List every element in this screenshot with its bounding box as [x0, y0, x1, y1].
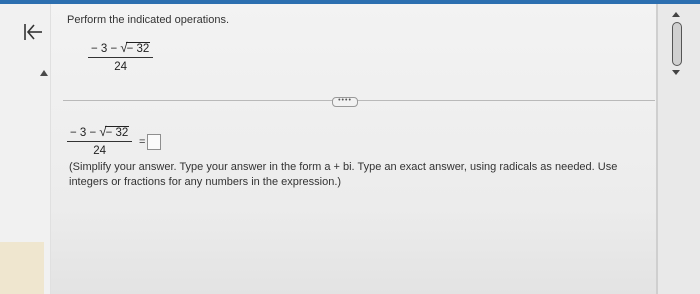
answer-radicand: − 32	[104, 126, 130, 139]
scrollbar-thumb[interactable]	[672, 22, 682, 66]
more-options-button[interactable]: ••••	[332, 97, 358, 107]
left-bottom-tab	[0, 242, 44, 294]
equals-sign: =	[139, 136, 146, 148]
right-scroll-panel	[656, 4, 700, 294]
back-to-start-icon	[24, 24, 42, 40]
scroll-up-arrow-icon[interactable]	[672, 12, 680, 17]
answer-hint: (Simplify your answer. Type your answer …	[69, 160, 629, 190]
hint-line-2: integers or fractions for any numbers in…	[69, 176, 342, 188]
expression-numerator: − 3 − √− 32	[88, 40, 153, 57]
back-to-start-button[interactable]	[20, 20, 46, 46]
answer-radical: √− 32	[99, 124, 130, 139]
scroll-down-arrow-icon[interactable]	[672, 70, 680, 75]
section-divider	[63, 100, 655, 101]
collapse-arrow-icon[interactable]	[40, 70, 48, 76]
expression-denominator: 24	[114, 61, 128, 73]
question-page: Perform the indicated operations. − 3 − …	[0, 4, 700, 294]
answer-input[interactable]	[147, 134, 161, 150]
problem-expression: − 3 − √− 32 24	[88, 40, 154, 73]
radicand: − 32	[125, 42, 151, 55]
hint-line-1: (Simplify your answer. Type your answer …	[69, 161, 618, 173]
answer-expression: − 3 − √− 32 24	[67, 124, 133, 157]
left-panel	[0, 4, 51, 294]
answer-numerator: − 3 − √− 32	[67, 124, 132, 141]
answer-numerator-prefix: − 3 −	[70, 127, 97, 139]
numerator-prefix: − 3 −	[91, 43, 118, 55]
instruction-text: Perform the indicated operations.	[67, 14, 230, 26]
answer-denominator: 24	[93, 145, 107, 157]
radical: √− 32	[120, 40, 151, 55]
